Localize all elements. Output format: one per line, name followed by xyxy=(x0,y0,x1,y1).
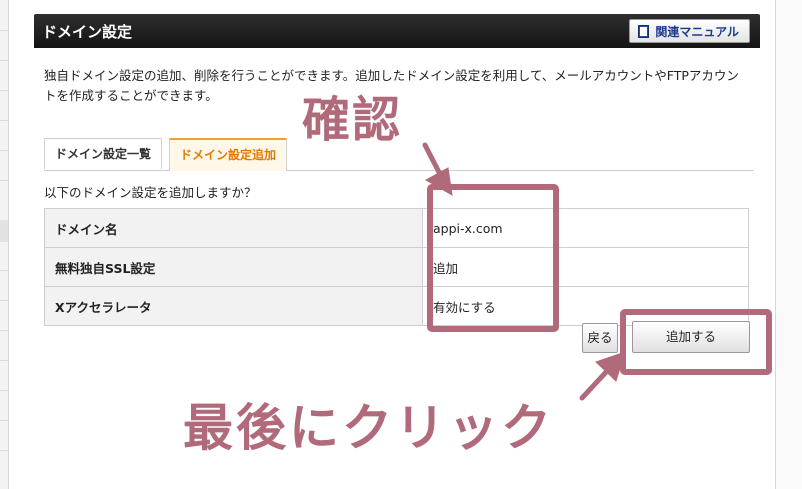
back-button[interactable]: 戻る xyxy=(582,323,618,353)
table-row: 無料独自SSL設定 追加 xyxy=(44,247,749,287)
book-icon xyxy=(638,24,650,38)
row-key: Xアクセラレータ xyxy=(44,286,423,326)
related-manual-button[interactable]: 関連マニュアル xyxy=(629,19,750,43)
panel-header: ドメイン設定 関連マニュアル xyxy=(34,14,760,48)
sidebar-edge xyxy=(0,0,9,489)
table-row: ドメイン名 appi-x.com xyxy=(44,208,749,248)
annotation-click-last: 最後にクリック xyxy=(183,399,554,457)
annotation-confirm: 確認 xyxy=(302,92,403,148)
panel-title: ドメイン設定 xyxy=(42,23,133,41)
right-edge xyxy=(775,0,802,489)
row-key: 無料独自SSL設定 xyxy=(44,247,423,287)
highlight-box-add-button xyxy=(620,309,772,375)
confirm-question: 以下のドメイン設定を追加しますか？ xyxy=(44,185,257,200)
related-manual-label: 関連マニュアル xyxy=(655,24,739,39)
tab-domain-add[interactable]: ドメイン設定追加 xyxy=(169,138,288,171)
row-key: ドメイン名 xyxy=(44,208,423,248)
tab-domain-list[interactable]: ドメイン設定一覧 xyxy=(44,138,163,169)
highlight-box-values xyxy=(427,184,559,332)
